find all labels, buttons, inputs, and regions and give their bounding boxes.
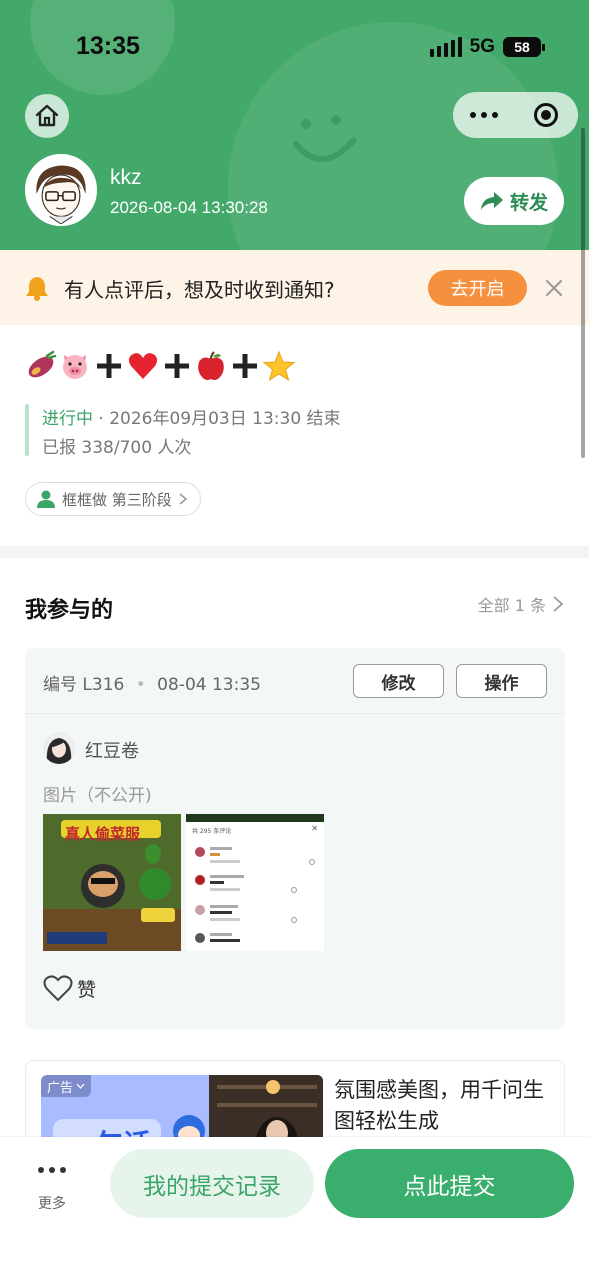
- close-icon[interactable]: [544, 278, 564, 298]
- enable-notification-button[interactable]: 去开启: [428, 270, 527, 306]
- activity-end-time: · 2026年09月03日 13:30 结束: [93, 409, 341, 429]
- status-in-progress: 进行中: [42, 409, 93, 429]
- status-indicators: 5G 58: [429, 36, 545, 58]
- star-emoji: [263, 350, 295, 382]
- red-apple-emoji: [195, 350, 227, 382]
- sweet-potato-emoji: [25, 350, 57, 382]
- share-label: 转发: [509, 191, 548, 214]
- ad-tag[interactable]: 广告: [41, 1075, 92, 1097]
- mini-program-capsule: [453, 92, 578, 138]
- person-icon: [37, 490, 55, 508]
- notification-banner: 有人点评后，想及时收到通知? 去开启: [0, 250, 589, 325]
- avatar-illustration: [27, 156, 95, 224]
- share-arrow-icon: [480, 192, 503, 210]
- more-dots-icon[interactable]: [453, 92, 515, 138]
- thumbnail-caption: 共 295 条评论: [192, 828, 232, 835]
- group-tag-label: 框框做 第三阶段: [62, 490, 172, 509]
- section-title: 我参与的: [25, 598, 114, 623]
- more-button[interactable]: 更多: [28, 1159, 76, 1219]
- plus-sign: [161, 350, 193, 382]
- my-submissions-button[interactable]: 我的提交记录: [110, 1149, 314, 1218]
- like-button[interactable]: 赞: [43, 974, 96, 1002]
- plus-sign: [93, 350, 125, 382]
- like-label: 赞: [77, 978, 97, 1001]
- section-divider: [0, 546, 589, 558]
- bottom-action-bar: 更多 我的提交记录 点此提交: [0, 1137, 589, 1280]
- activity-title-emojis: [25, 346, 295, 386]
- entry-time: 08-04 13:35: [157, 675, 261, 695]
- status-time: 13:35: [76, 32, 140, 60]
- heart-outline-icon: [43, 975, 73, 1002]
- images-label: 图片（不公开): [43, 786, 152, 806]
- submit-button[interactable]: 点此提交: [325, 1149, 574, 1218]
- card-header: 编号 L316 • 08-04 13:35 修改 操作: [25, 648, 565, 714]
- smile-decoration-icon: [293, 115, 357, 163]
- header: 13:35 5G 58 kkz 2026-08-04 13:30:28 转发: [0, 0, 589, 250]
- status-accent-line: [25, 404, 29, 456]
- home-button[interactable]: [25, 94, 69, 138]
- close-icon: ✕: [311, 824, 318, 833]
- post-time: 2026-08-04 13:30:28: [110, 198, 268, 217]
- battery-level: 58: [514, 39, 530, 55]
- submission-card[interactable]: 编号 L316 • 08-04 13:35 修改 操作 红豆卷 图片（不公开): [25, 648, 565, 1029]
- thumbnail-caption: 真人偷菜服: [65, 825, 141, 843]
- pig-face-emoji: [59, 350, 91, 382]
- entry-number: 编号 L316: [43, 675, 125, 695]
- chevron-down-icon: [76, 1083, 85, 1089]
- chevron-right-icon: [179, 493, 188, 505]
- ad-headline: 氛围感美图，用千问生图轻松生成: [334, 1078, 544, 1133]
- view-all-label: 全部 1 条: [477, 596, 546, 615]
- bell-icon: [26, 277, 48, 301]
- group-tag-chip[interactable]: 框框做 第三阶段: [25, 482, 201, 516]
- image-thumbnail[interactable]: 真人偷菜服: [43, 814, 181, 951]
- more-label: 更多: [38, 1196, 66, 1212]
- signup-count: 已报 338/700 人次: [42, 438, 192, 458]
- notice-text: 有人点评后，想及时收到通知?: [64, 278, 335, 302]
- battery-icon: 58: [503, 37, 545, 57]
- ad-tag-label: 广告: [47, 1080, 74, 1096]
- share-button[interactable]: 转发: [464, 177, 564, 225]
- entry-meta: 编号 L316 • 08-04 13:35: [43, 675, 261, 695]
- operate-button[interactable]: 操作: [456, 664, 547, 698]
- red-heart-emoji: [127, 350, 159, 382]
- scrollbar[interactable]: [581, 128, 585, 458]
- target-close-icon[interactable]: [515, 92, 577, 138]
- home-icon: [35, 104, 59, 127]
- avatar: [43, 732, 75, 764]
- more-dots-icon: [38, 1159, 66, 1181]
- activity-status: 进行中 · 2026年09月03日 13:30 结束: [42, 404, 341, 429]
- view-all-link[interactable]: 全部 1 条: [478, 592, 564, 616]
- edit-button[interactable]: 修改: [353, 664, 444, 698]
- avatar[interactable]: [25, 154, 97, 226]
- member-name: 红豆卷: [85, 741, 139, 762]
- username: kkz: [110, 166, 142, 189]
- chevron-right-icon: [553, 596, 564, 612]
- signal-icon: [429, 37, 462, 57]
- network-type: 5G: [469, 36, 495, 57]
- image-thumbnail[interactable]: 共 295 条评论 ✕: [186, 814, 324, 951]
- plus-sign: [229, 350, 261, 382]
